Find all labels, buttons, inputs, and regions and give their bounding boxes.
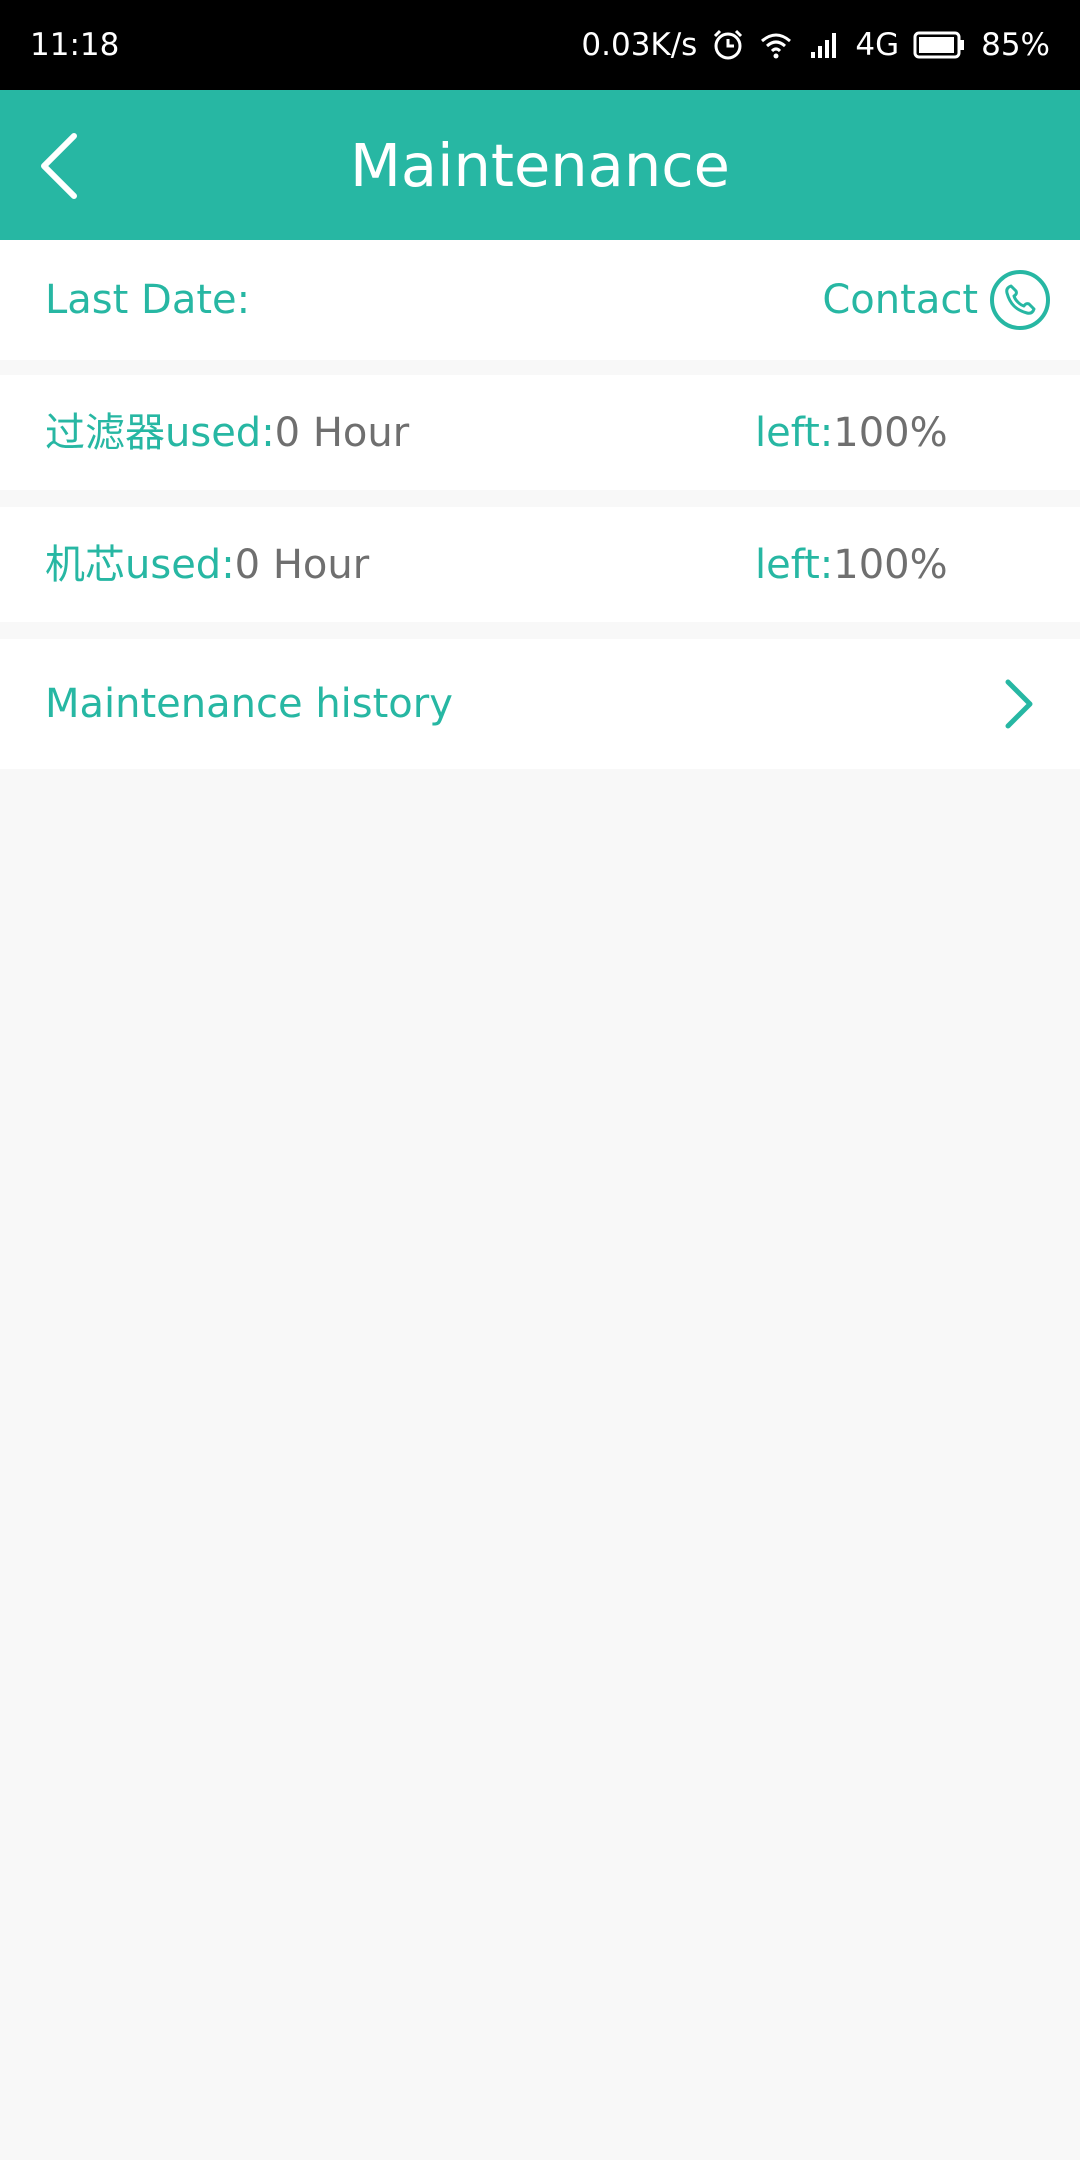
phone-icon bbox=[990, 270, 1050, 330]
used-value: 0 Hour bbox=[274, 409, 410, 456]
page-title: Maintenance bbox=[350, 130, 730, 200]
status-indicators: 0.03K/s 4G 85% bbox=[581, 27, 1050, 63]
battery-icon bbox=[913, 31, 965, 59]
last-date-row: Last Date: Contact bbox=[0, 240, 1080, 360]
signal-icon bbox=[811, 33, 837, 58]
contact-button[interactable]: Contact bbox=[822, 240, 1050, 360]
status-time: 11:18 bbox=[30, 27, 120, 63]
left-value: 100% bbox=[833, 409, 948, 456]
used-label: used: bbox=[165, 409, 275, 456]
filter-row: 机芯 used: 0 Hour left: 100% bbox=[0, 507, 1080, 622]
contact-label: Contact bbox=[822, 277, 978, 323]
maintenance-history-label: Maintenance history bbox=[45, 681, 453, 727]
used-label: used: bbox=[125, 541, 235, 588]
alarm-icon bbox=[714, 29, 743, 60]
filter-name: 机芯 bbox=[45, 541, 125, 588]
battery-percent: 85% bbox=[981, 27, 1050, 63]
left-label: left: bbox=[755, 541, 834, 588]
network-speed: 0.03K/s bbox=[581, 27, 698, 63]
maintenance-history-row[interactable]: Maintenance history bbox=[0, 639, 1080, 769]
filter-name: 过滤器 bbox=[45, 409, 165, 456]
filter-row: 过滤器 used: 0 Hour left: 100% bbox=[0, 375, 1080, 490]
chevron-right-icon bbox=[1005, 679, 1033, 729]
status-bar: 11:18 0.03K/s 4G 85% bbox=[0, 0, 1080, 90]
wifi-icon bbox=[761, 33, 792, 59]
used-value: 0 Hour bbox=[234, 541, 370, 588]
left-label: left: bbox=[755, 409, 834, 456]
network-type: 4G bbox=[855, 27, 900, 63]
app-bar: Maintenance bbox=[0, 90, 1080, 240]
last-date-label: Last Date: bbox=[45, 277, 251, 323]
left-value: 100% bbox=[833, 541, 948, 588]
